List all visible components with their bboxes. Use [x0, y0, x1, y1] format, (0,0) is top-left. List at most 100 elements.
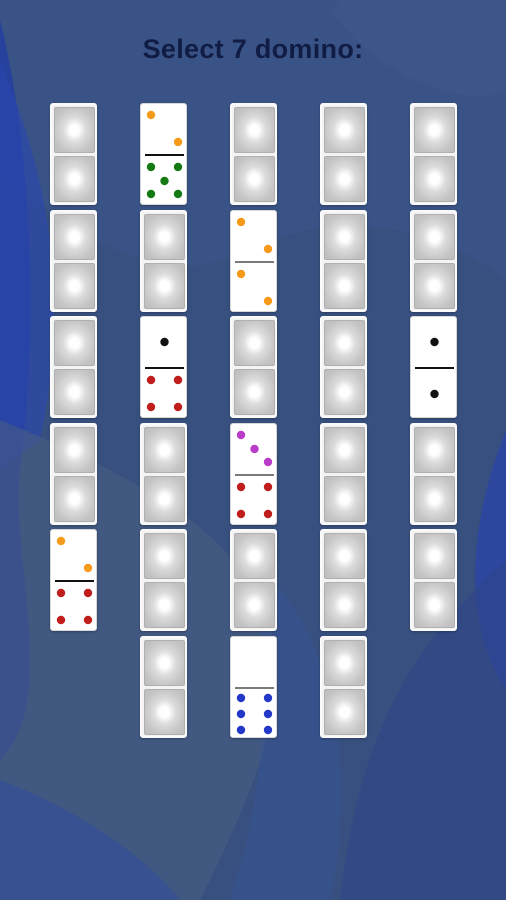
bottom-pip: [56, 615, 66, 625]
bottom-pip: [173, 162, 183, 172]
domino-half-bottom: [144, 262, 185, 309]
domino-half-top: [54, 320, 95, 366]
bottom-pip: [263, 509, 273, 518]
domino-tile-facedown[interactable]: [320, 635, 367, 738]
domino-tile-0-6[interactable]: [230, 635, 277, 738]
bottom-pip: [236, 709, 246, 718]
bottom-pip: [236, 725, 246, 734]
domino-half-top: [414, 213, 455, 260]
domino-half-bottom: [324, 262, 365, 309]
domino-half-bottom: [144, 582, 185, 628]
domino-tile-facedown[interactable]: [410, 103, 457, 205]
domino-tile-facedown[interactable]: [320, 209, 367, 312]
domino-tile-facedown[interactable]: [320, 103, 367, 205]
domino-tile-facedown[interactable]: [140, 529, 187, 631]
top-pip: [56, 536, 66, 546]
domino-tile-facedown[interactable]: [140, 209, 187, 312]
bottom-pip: [236, 693, 246, 702]
domino-face: [145, 337, 184, 412]
domino-tile-facedown[interactable]: [50, 103, 97, 205]
top-pip: [236, 430, 246, 439]
domino-half-bottom: [324, 369, 365, 415]
bottom-pip: [173, 375, 183, 385]
domino-tile-facedown[interactable]: [140, 635, 187, 738]
bottom-pip: [56, 588, 66, 598]
bottom-pip: [146, 189, 156, 199]
top-pip: [83, 563, 93, 573]
top-pip: [236, 217, 246, 226]
domino-tile-facedown[interactable]: [230, 103, 277, 205]
domino-tile-facedown[interactable]: [50, 316, 97, 418]
domino-half-top: [234, 107, 275, 153]
domino-tile-3-4[interactable]: [230, 422, 277, 525]
domino-tile-facedown[interactable]: [410, 209, 457, 312]
domino-divider: [145, 367, 184, 369]
domino-half-bottom: [54, 262, 95, 309]
domino-half-bottom: [324, 582, 365, 628]
domino-half-bottom: [234, 156, 275, 202]
domino-half-top: [144, 533, 185, 579]
domino-face: [415, 337, 454, 399]
bottom-pip: [160, 176, 169, 186]
domino-tile-facedown[interactable]: [320, 316, 367, 418]
domino-divider: [235, 260, 274, 263]
top-pip: [430, 337, 439, 347]
domino-divider: [55, 580, 94, 582]
domino-divider: [145, 154, 184, 156]
top-pip: [146, 110, 156, 120]
domino-half-bottom: [414, 475, 455, 522]
domino-half-bottom: [54, 475, 95, 522]
bottom-pip: [263, 693, 273, 702]
domino-half-bottom: [54, 369, 95, 415]
domino-half-top: [54, 107, 95, 153]
domino-tile-facedown[interactable]: [410, 422, 457, 525]
domino-tile-facedown[interactable]: [50, 209, 97, 312]
domino-tile-facedown[interactable]: [320, 529, 367, 631]
bottom-pip: [146, 162, 156, 172]
domino-tile-facedown[interactable]: [410, 529, 457, 631]
domino-half-bottom: [324, 475, 365, 522]
domino-tile-facedown[interactable]: [140, 422, 187, 525]
domino-tile-2-4[interactable]: [50, 529, 97, 631]
bottom-pip: [83, 615, 93, 625]
bottom-pip: [236, 269, 246, 278]
domino-half-top: [144, 639, 185, 686]
domino-divider: [415, 367, 454, 369]
domino-tile-facedown[interactable]: [320, 422, 367, 525]
bottom-pip: [263, 725, 273, 734]
domino-tile-1-1[interactable]: [410, 316, 457, 418]
top-pip: [263, 244, 273, 253]
top-pip: [160, 337, 169, 347]
domino-tile-facedown[interactable]: [230, 529, 277, 631]
domino-half-top: [144, 213, 185, 260]
domino-tile-facedown[interactable]: [230, 316, 277, 418]
bottom-pip: [173, 189, 183, 199]
bottom-pip: [146, 375, 156, 385]
bottom-pip: [263, 482, 273, 491]
domino-half-bottom: [324, 688, 365, 735]
domino-half-top: [54, 426, 95, 473]
domino-tile-1-4[interactable]: [140, 316, 187, 418]
domino-half-top: [324, 107, 365, 153]
bottom-pip: [146, 402, 156, 412]
bottom-pip: [236, 482, 246, 491]
domino-half-top: [234, 533, 275, 579]
domino-tile-2-5[interactable]: [140, 103, 187, 205]
domino-half-top: [324, 320, 365, 366]
domino-half-bottom: [324, 156, 365, 202]
bottom-pip: [263, 709, 273, 718]
top-pip: [263, 457, 273, 466]
domino-half-bottom: [414, 262, 455, 309]
domino-half-bottom: [144, 688, 185, 735]
domino-tile-facedown[interactable]: [50, 422, 97, 525]
domino-divider: [235, 473, 274, 476]
domino-half-bottom: [54, 156, 95, 202]
domino-face: [235, 430, 274, 518]
domino-face: [235, 686, 274, 734]
domino-tile-2-2[interactable]: [230, 209, 277, 312]
domino-half-bottom: [144, 475, 185, 522]
domino-face: [145, 110, 184, 199]
bottom-pip: [430, 389, 439, 399]
domino-half-top: [414, 533, 455, 579]
domino-half-top: [414, 426, 455, 473]
